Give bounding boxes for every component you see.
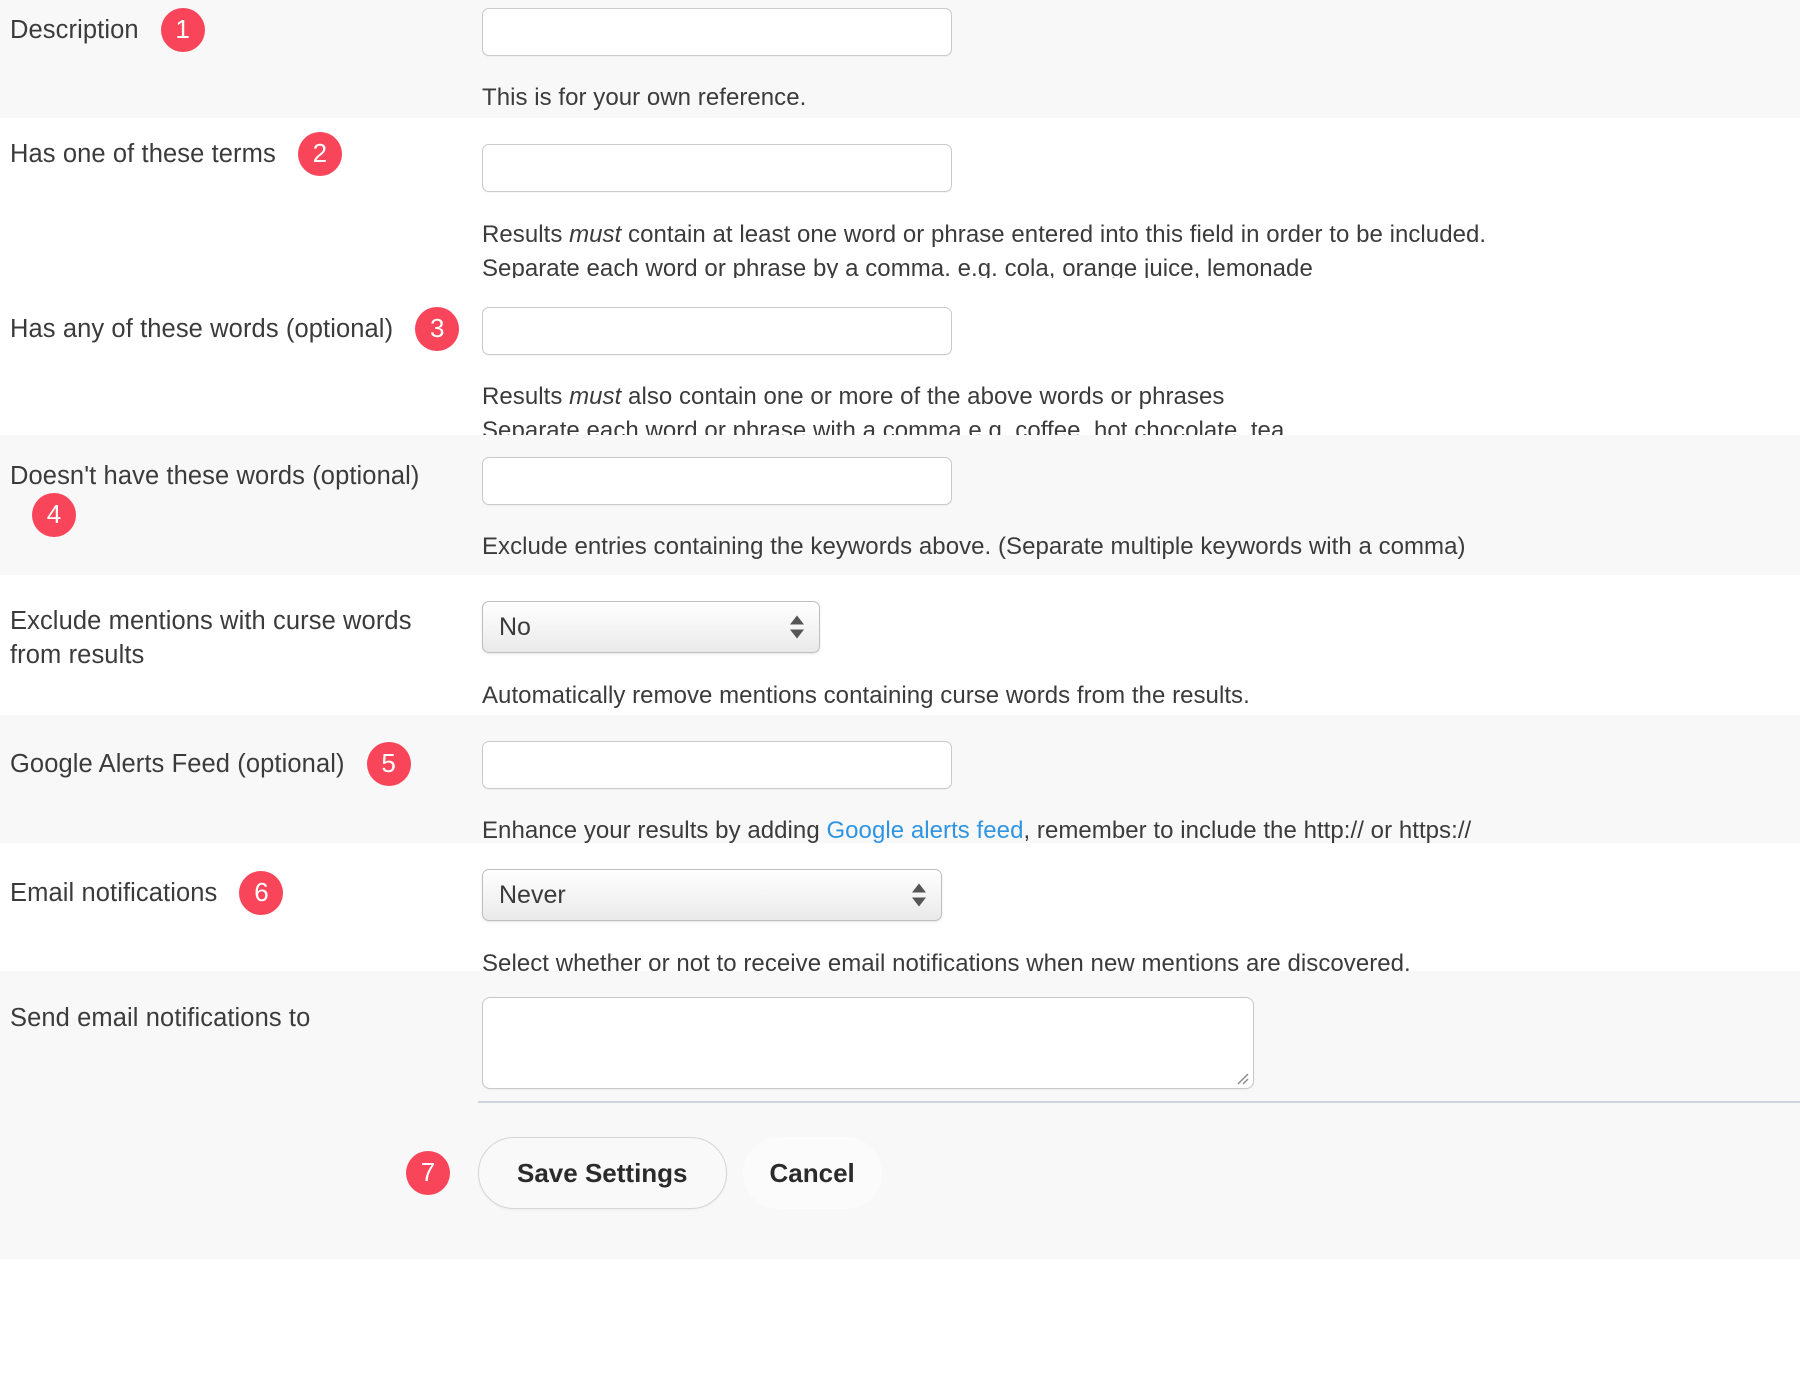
label-send-email-notifications-to: Send email notifications to xyxy=(10,1001,310,1035)
label-doesnt-have-these-words: Doesn't have these words (optional) xyxy=(10,459,420,493)
description-input[interactable] xyxy=(482,8,952,56)
annotation-badge-6: 6 xyxy=(239,871,283,915)
chevron-updown-icon xyxy=(790,616,804,639)
form-row-doesnt-have-these-words: Doesn't have these words (optional) 4 Ex… xyxy=(0,435,1800,575)
control-col-doesnt-have-these-words: Exclude entries containing the keywords … xyxy=(478,457,1800,564)
help-post: also contain one or more of the above wo… xyxy=(621,383,1224,410)
help-exclude-curse-words: Automatically remove mentions containing… xyxy=(482,679,1800,713)
annotation-badge-2: 2 xyxy=(298,132,342,176)
label-col-send-email-notifications-to: Send email notifications to xyxy=(0,997,478,1035)
label-col-google-alerts-feed: Google Alerts Feed (optional) 5 xyxy=(0,741,478,786)
help-pre: Results xyxy=(482,383,569,410)
annotation-badge-3: 3 xyxy=(415,307,459,351)
has-one-of-these-terms-input[interactable] xyxy=(482,144,952,192)
label-col-description: Description 1 xyxy=(0,8,478,52)
form-row-description: Description 1 This is for your own refer… xyxy=(0,0,1800,118)
label-col-doesnt-have-these-words: Doesn't have these words (optional) 4 xyxy=(0,457,478,537)
cancel-button[interactable]: Cancel xyxy=(743,1137,882,1209)
control-col-google-alerts-feed: Enhance your results by adding Google al… xyxy=(478,741,1800,848)
google-alerts-feed-input[interactable] xyxy=(482,741,952,789)
label-has-one-of-these-terms: Has one of these terms xyxy=(10,137,276,171)
label-email-notifications: Email notifications xyxy=(10,876,217,910)
help-line-1: Results must contain at least one word o… xyxy=(482,218,1800,252)
help-description: This is for your own reference. xyxy=(482,81,1800,115)
label-google-alerts-feed: Google Alerts Feed (optional) xyxy=(10,747,345,781)
label-col-has-one-of-these-terms: Has one of these terms 2 xyxy=(0,132,478,176)
annotation-badge-7: 7 xyxy=(406,1151,450,1195)
label-col-email-notifications: Email notifications 6 xyxy=(0,869,478,915)
control-col-description: This is for your own reference. xyxy=(478,8,1800,115)
google-alerts-feed-link[interactable]: Google alerts feed xyxy=(826,817,1023,844)
help-emphasis: must xyxy=(569,221,621,248)
label-col-exclude-curse-words: Exclude mentions with curse words from r… xyxy=(0,601,478,672)
label-has-any-of-these-words: Has any of these words (optional) xyxy=(10,312,393,346)
email-notifications-select-shell: Never xyxy=(482,869,942,921)
control-col-exclude-curse-words: No Automatically remove mentions contain… xyxy=(478,601,1800,713)
footer-divider xyxy=(478,1101,1800,1103)
has-any-of-these-words-input[interactable] xyxy=(482,307,952,355)
help-pre: Results xyxy=(482,221,569,248)
control-col-has-one-of-these-terms: Results must contain at least one word o… xyxy=(478,132,1800,286)
curse-words-select-shell: No xyxy=(482,601,820,653)
help-pre: Enhance your results by adding xyxy=(482,817,826,844)
form-row-has-any-of-these-words: Has any of these words (optional) 3 Resu… xyxy=(0,278,1800,435)
form-row-email-notifications: Email notifications 6 Never Select wheth… xyxy=(0,843,1800,971)
label-description: Description xyxy=(10,13,139,47)
form-row-exclude-curse-words: Exclude mentions with curse words from r… xyxy=(0,575,1800,715)
label-exclude-curse-words: Exclude mentions with curse words from r… xyxy=(10,604,430,672)
doesnt-have-these-words-input[interactable] xyxy=(482,457,952,505)
help-emphasis: must xyxy=(569,383,621,410)
curse-words-select[interactable]: No xyxy=(482,601,820,653)
help-has-one-of-these-terms: Results must contain at least one word o… xyxy=(482,218,1800,286)
form-footer: 7 Save Settings Cancel xyxy=(0,1101,1800,1259)
label-col-has-any-of-these-words: Has any of these words (optional) 3 xyxy=(0,280,478,351)
annotation-badge-5: 5 xyxy=(367,742,411,786)
control-col-has-any-of-these-words: Results must also contain one or more of… xyxy=(478,280,1800,448)
help-post: contain at least one word or phrase ente… xyxy=(621,221,1486,248)
email-notifications-select-value: Never xyxy=(499,881,566,910)
save-settings-button[interactable]: Save Settings xyxy=(478,1137,727,1209)
footer-actions: 7 Save Settings Cancel xyxy=(0,1137,882,1209)
send-email-notifications-to-textarea[interactable] xyxy=(482,997,1254,1089)
help-doesnt-have-these-words: Exclude entries containing the keywords … xyxy=(482,530,1800,564)
send-email-textarea-shell xyxy=(482,997,1254,1089)
form-row-has-one-of-these-terms: Has one of these terms 2 Results must co… xyxy=(0,118,1800,278)
control-col-email-notifications: Never Select whether or not to receive e… xyxy=(478,869,1800,981)
annotation-badge-1: 1 xyxy=(161,8,205,52)
help-line-1: Results must also contain one or more of… xyxy=(482,380,1800,414)
email-notifications-select[interactable]: Never xyxy=(482,869,942,921)
form-row-send-email-notifications-to: Send email notifications to Separate mul… xyxy=(0,971,1800,1101)
annotation-badge-4: 4 xyxy=(32,493,76,537)
chevron-updown-icon xyxy=(912,884,926,907)
settings-form: Description 1 This is for your own refer… xyxy=(0,0,1800,1259)
form-row-google-alerts-feed: Google Alerts Feed (optional) 5 Enhance … xyxy=(0,715,1800,843)
footer-badge-slot: 7 xyxy=(0,1151,478,1195)
help-post: , remember to include the http:// or htt… xyxy=(1023,817,1471,844)
curse-words-select-value: No xyxy=(499,613,531,642)
